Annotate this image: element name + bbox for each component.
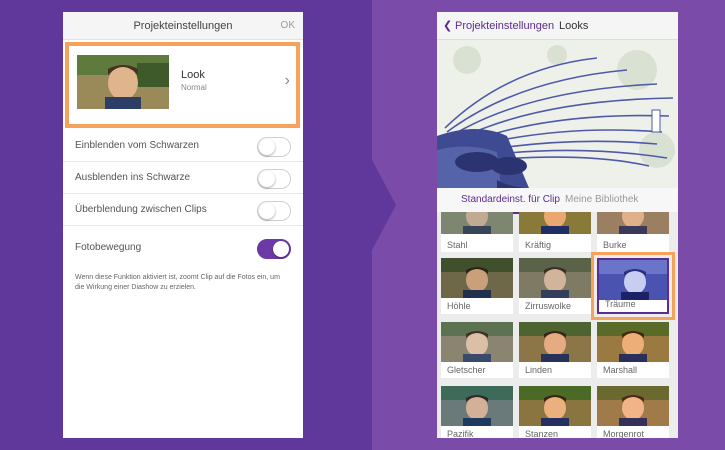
look-thumbnail xyxy=(519,212,591,234)
toggle-knob xyxy=(259,139,275,155)
looks-grid: Stahl Kräftig Burke Höhle Zirruswolke Tr… xyxy=(437,202,678,438)
page-title: Looks xyxy=(559,20,589,32)
look-tile-stanzen[interactable]: Stanzen xyxy=(519,386,591,438)
chevron-left-icon[interactable]: ❮ xyxy=(443,12,452,40)
setting-photo-motion: Fotobewegung xyxy=(63,232,303,264)
toggle-knob xyxy=(259,171,275,187)
look-thumbnail xyxy=(77,55,169,109)
look-thumbnail xyxy=(441,322,513,362)
back-button[interactable]: Projekteinstellungen xyxy=(455,12,554,40)
settings-header: Projekteinstellungen OK xyxy=(63,12,303,40)
look-tile-stahl[interactable]: Stahl xyxy=(441,212,513,252)
look-preview-image xyxy=(437,40,678,188)
look-tile-gletscher[interactable]: Gletscher xyxy=(441,322,513,378)
setting-fade-out: Ausblenden ins Schwarze xyxy=(63,162,303,194)
look-tile-traeume[interactable]: Träume xyxy=(591,252,675,320)
background-arrow xyxy=(372,160,396,250)
crossfade-toggle[interactable] xyxy=(257,201,291,221)
ok-button[interactable]: OK xyxy=(281,12,295,40)
look-tile-zirruswolke[interactable]: Zirruswolke xyxy=(519,258,591,314)
look-tile-linden[interactable]: Linden xyxy=(519,322,591,378)
look-label: Kräftig xyxy=(525,240,552,250)
look-label: Höhle xyxy=(447,301,471,311)
fade-out-toggle[interactable] xyxy=(257,169,291,189)
look-tile-morgenrot[interactable]: Morgenrot xyxy=(597,386,669,438)
look-thumbnail xyxy=(441,386,513,426)
page-title: Projekteinstellungen xyxy=(133,20,233,32)
look-thumbnail xyxy=(597,212,669,234)
look-tile-marshall[interactable]: Marshall xyxy=(597,322,669,378)
look-thumbnail xyxy=(441,258,513,298)
looks-header: ❮ Projekteinstellungen Looks xyxy=(437,12,678,40)
setting-fade-in: Einblenden vom Schwarzen xyxy=(63,130,303,162)
photo-motion-description: Wenn diese Funktion aktiviert ist, zoomt… xyxy=(75,274,280,291)
look-label: Linden xyxy=(525,365,553,375)
chevron-right-icon: › xyxy=(284,72,290,89)
looks-panel: ❮ Projekteinstellungen Looks Standardein… xyxy=(437,12,678,438)
look-thumbnail xyxy=(519,258,591,298)
toggle-knob xyxy=(273,241,289,257)
look-label: Stahl xyxy=(447,240,468,250)
look-row[interactable]: Look Normal › xyxy=(65,42,300,128)
look-tile-hoehle[interactable]: Höhle xyxy=(441,258,513,314)
look-label: Burke xyxy=(603,240,627,250)
look-label: Gletscher xyxy=(447,365,486,375)
fade-in-toggle[interactable] xyxy=(257,137,291,157)
look-thumbnail xyxy=(519,386,591,426)
look-label: Morgenrot xyxy=(603,429,645,438)
look-tile-burke[interactable]: Burke xyxy=(597,212,669,252)
photo-motion-toggle[interactable] xyxy=(257,239,291,259)
look-thumbnail xyxy=(441,212,513,234)
look-label: Pazifik xyxy=(447,429,474,438)
look-tile-pazifik[interactable]: Pazifik xyxy=(441,386,513,438)
setting-label: Fotobewegung xyxy=(75,242,142,253)
look-label: Träume xyxy=(605,299,636,309)
look-label: Zirruswolke xyxy=(525,301,572,311)
setting-crossfade: Überblendung zwischen Clips xyxy=(63,194,303,226)
look-label: Look xyxy=(181,69,205,81)
look-thumbnail xyxy=(597,322,669,362)
look-label: Stanzen xyxy=(525,429,559,438)
look-label: Marshall xyxy=(603,365,638,375)
setting-label: Ausblenden ins Schwarze xyxy=(75,172,191,183)
toggle-knob xyxy=(259,203,275,219)
look-thumbnail xyxy=(599,260,667,300)
look-tile-kraeftig[interactable]: Kräftig xyxy=(519,212,591,252)
look-thumbnail xyxy=(519,322,591,362)
setting-label: Einblenden vom Schwarzen xyxy=(75,140,199,151)
project-settings-panel: Projekteinstellungen OK Look Normal › Ei… xyxy=(63,12,303,438)
look-value: Normal xyxy=(181,83,207,92)
setting-label: Überblendung zwischen Clips xyxy=(75,204,207,215)
look-thumbnail xyxy=(597,386,669,426)
